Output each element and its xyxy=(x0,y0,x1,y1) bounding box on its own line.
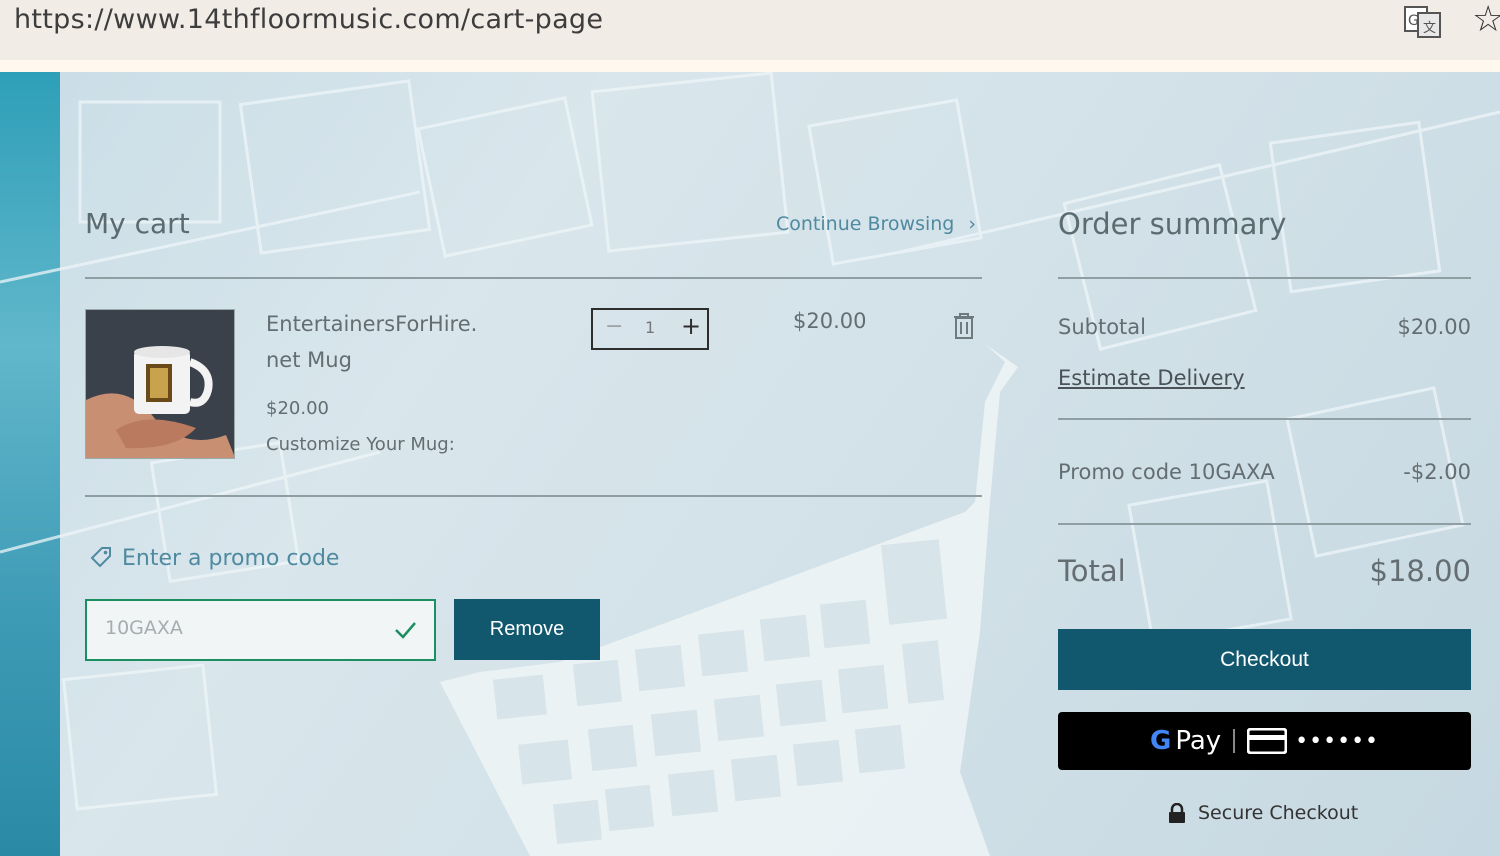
promo-code-link[interactable]: Enter a promo code xyxy=(90,546,339,571)
checkout-button[interactable]: Checkout xyxy=(1058,629,1471,690)
cart-page: My cart Continue Browsing › Entertainers… xyxy=(0,72,1500,856)
order-summary-title: Order summary xyxy=(1058,207,1287,241)
promo-code-value: 10GAXA xyxy=(105,617,183,639)
gpay-separator xyxy=(1233,729,1236,753)
summary-divider xyxy=(1058,523,1471,525)
quantity-value[interactable]: 1 xyxy=(645,318,655,337)
summary-divider xyxy=(1058,418,1471,420)
product-customization: Customize Your Mug: xyxy=(266,434,455,455)
remove-promo-button[interactable]: Remove xyxy=(454,599,600,660)
quantity-stepper[interactable]: − 1 + xyxy=(591,308,709,350)
toolbar-shadow xyxy=(0,60,1500,72)
bookmark-star-icon[interactable]: ☆ xyxy=(1472,2,1500,38)
estimate-delivery-link[interactable]: Estimate Delivery xyxy=(1058,366,1245,390)
chevron-right-icon: › xyxy=(968,213,977,235)
secure-checkout: Secure Checkout xyxy=(1168,802,1358,824)
summary-divider xyxy=(1058,277,1471,279)
trash-icon[interactable] xyxy=(952,312,976,340)
promo-code-input[interactable]: 10GAXA xyxy=(85,599,436,661)
check-icon xyxy=(395,622,416,639)
mug-product-photo xyxy=(86,310,234,458)
total-value: $18.00 xyxy=(1369,554,1471,588)
promo-code-label: Enter a promo code xyxy=(122,546,340,571)
product-name[interactable]: EntertainersForHire.net Mug xyxy=(266,306,481,378)
lock-icon xyxy=(1169,803,1185,823)
url-text[interactable]: https://www.14thfloormusic.com/cart-page xyxy=(14,4,603,35)
cart-divider xyxy=(85,277,982,279)
continue-browsing-label: Continue Browsing xyxy=(776,213,955,235)
subtotal-label: Subtotal xyxy=(1058,315,1146,339)
credit-card-icon xyxy=(1247,728,1288,754)
cart-divider-bottom xyxy=(85,495,982,497)
product-image[interactable] xyxy=(85,309,235,459)
google-g-icon: G xyxy=(1149,726,1172,756)
promo-discount-value: -$2.00 xyxy=(1403,460,1471,484)
tag-icon xyxy=(90,547,111,568)
gpay-label: Pay xyxy=(1175,726,1222,756)
google-pay-button[interactable]: G Pay •••••• xyxy=(1058,712,1471,770)
line-total: $20.00 xyxy=(793,309,867,333)
total-label: Total xyxy=(1058,554,1126,588)
browser-address-bar: https://www.14thfloormusic.com/cart-page… xyxy=(0,0,1500,60)
increment-button[interactable]: + xyxy=(681,312,701,340)
svg-text:文: 文 xyxy=(1423,21,1436,36)
subtotal-value: $20.00 xyxy=(1397,315,1471,339)
translate-icon[interactable]: G 文 xyxy=(1404,6,1442,38)
cart-title: My cart xyxy=(85,207,190,240)
product-unit-price: $20.00 xyxy=(266,398,329,419)
continue-browsing-link[interactable]: Continue Browsing › xyxy=(776,213,976,235)
svg-text:G: G xyxy=(1408,13,1419,29)
secure-checkout-label: Secure Checkout xyxy=(1198,802,1359,824)
card-number-dots: •••••• xyxy=(1295,728,1380,754)
decrement-button[interactable]: − xyxy=(605,314,623,339)
promo-discount-label: Promo code 10GAXA xyxy=(1058,460,1275,484)
